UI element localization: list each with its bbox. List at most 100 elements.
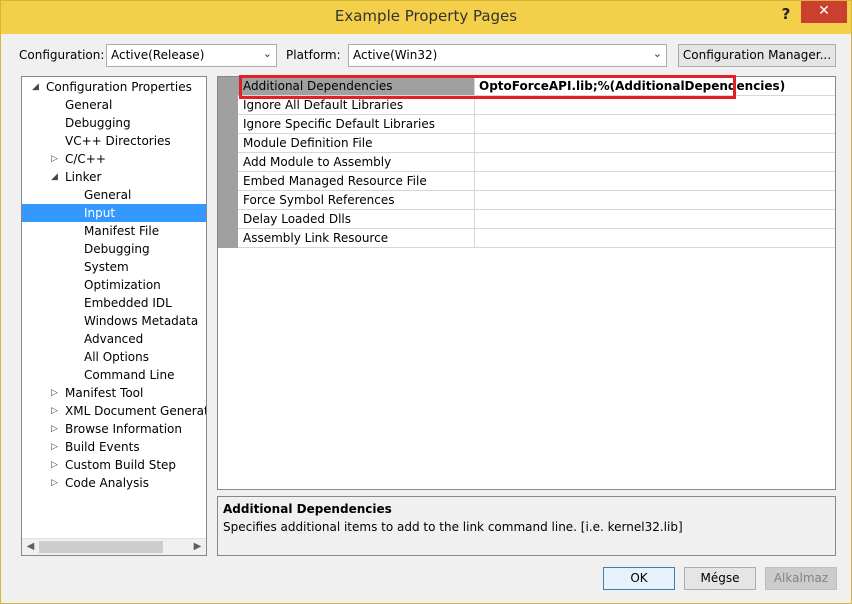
tree-item[interactable]: Advanced xyxy=(22,330,206,348)
property-pages-window: Example Property Pages ? ✕ Configuration… xyxy=(0,0,852,604)
property-row[interactable]: Assembly Link Resource xyxy=(238,229,835,248)
description-text: Specifies additional items to add to the… xyxy=(223,520,683,534)
ok-button[interactable]: OK xyxy=(603,567,675,590)
tree-item[interactable]: ▷ Custom Build Step xyxy=(22,456,206,474)
platform-value: Active(Win32) xyxy=(353,48,438,62)
tree-item-label: Input xyxy=(84,206,116,220)
property-value[interactable] xyxy=(475,115,835,133)
property-value[interactable] xyxy=(475,172,835,190)
property-row[interactable]: Embed Managed Resource File xyxy=(238,172,835,191)
window-title: Example Property Pages xyxy=(334,7,518,25)
property-row[interactable]: Force Symbol References xyxy=(238,191,835,210)
collapse-arrow-icon[interactable]: ◢ xyxy=(51,168,58,186)
tree-item[interactable]: ▷ Browse Information xyxy=(22,420,206,438)
tree-item-label: Custom Build Step xyxy=(65,458,177,472)
property-row[interactable]: Delay Loaded Dlls xyxy=(238,210,835,229)
tree-item-label: C/C++ xyxy=(65,152,106,166)
tree-item[interactable]: Debugging xyxy=(22,240,206,258)
tree-item-label: General xyxy=(84,188,132,202)
tree-item-label: Debugging xyxy=(65,116,131,130)
property-name: Delay Loaded Dlls xyxy=(238,210,475,228)
expand-arrow-icon[interactable]: ▷ xyxy=(51,474,58,492)
property-name: Assembly Link Resource xyxy=(238,229,475,247)
property-value[interactable] xyxy=(475,210,835,228)
expand-arrow-icon[interactable]: ▷ xyxy=(51,384,58,402)
scroll-left-icon[interactable]: ◀ xyxy=(22,539,39,555)
tree-item[interactable]: VC++ Directories xyxy=(22,132,206,150)
tree-item[interactable]: Windows Metadata xyxy=(22,312,206,330)
dialog-client: Configuration: Active(Release) ⌄ Platfor… xyxy=(8,34,844,598)
platform-dropdown[interactable]: Active(Win32) ⌄ xyxy=(348,44,667,67)
tree-item-label: VC++ Directories xyxy=(65,134,171,148)
tree-item-label: Code Analysis xyxy=(65,476,149,490)
tree-item-label: Linker xyxy=(65,170,102,184)
tree-item-label: Command Line xyxy=(84,368,175,382)
property-name: Ignore Specific Default Libraries xyxy=(238,115,475,133)
tree-item-label: Windows Metadata xyxy=(84,314,199,328)
cancel-button[interactable]: Mégse xyxy=(684,567,756,590)
property-value[interactable] xyxy=(475,191,835,209)
chevron-down-icon: ⌄ xyxy=(652,47,662,60)
tree-item[interactable]: Manifest File xyxy=(22,222,206,240)
platform-label: Platform: xyxy=(286,48,341,62)
tree-item-label: Browse Information xyxy=(65,422,182,436)
tree-item[interactable]: Embedded IDL xyxy=(22,294,206,312)
help-button[interactable]: ? xyxy=(775,3,797,25)
tree-item[interactable]: General xyxy=(22,186,206,204)
tree-item[interactable]: Optimization xyxy=(22,276,206,294)
expand-arrow-icon[interactable]: ▷ xyxy=(51,438,58,456)
tree-item[interactable]: ◢ Linker xyxy=(22,168,206,186)
close-button[interactable]: ✕ xyxy=(801,1,847,23)
property-value[interactable] xyxy=(475,134,835,152)
property-row[interactable]: Add Module to Assembly xyxy=(238,153,835,172)
scroll-right-icon[interactable]: ▶ xyxy=(189,539,206,555)
tree-item[interactable]: Debugging xyxy=(22,114,206,132)
tree-item[interactable]: Input xyxy=(22,204,206,222)
tree-item[interactable]: System xyxy=(22,258,206,276)
property-grid[interactable]: Additional Dependencies OptoForceAPI.lib;… xyxy=(217,76,836,490)
property-value[interactable] xyxy=(475,229,835,247)
tree-item-label: Manifest File xyxy=(84,224,160,238)
grid-gutter xyxy=(218,77,238,248)
tree-item[interactable]: ▷ C/C++ xyxy=(22,150,206,168)
title-bar[interactable]: Example Property Pages ? ✕ xyxy=(1,1,851,34)
tree-item-label: Debugging xyxy=(84,242,150,256)
scrollbar-thumb[interactable] xyxy=(39,541,163,553)
collapse-arrow-icon[interactable]: ◢ xyxy=(32,78,39,96)
configuration-manager-button[interactable]: Configuration Manager... xyxy=(678,44,836,67)
tree-item[interactable]: ▷ Manifest Tool xyxy=(22,384,206,402)
tree-item[interactable]: Command Line xyxy=(22,366,206,384)
chevron-down-icon: ⌄ xyxy=(262,47,272,60)
tree-item[interactable]: All Options xyxy=(22,348,206,366)
property-name: Module Definition File xyxy=(238,134,475,152)
tree-item[interactable]: ▷ XML Document Generator xyxy=(22,402,206,420)
description-panel: Additional Dependencies Specifies additi… xyxy=(217,496,836,556)
tree-item-label: Advanced xyxy=(84,332,144,346)
property-tree[interactable]: ▷ Code Analysis ▷ Custom Build Step ▷ Build E… xyxy=(21,76,207,556)
tree-item-label: Optimization xyxy=(84,278,161,292)
tree-item-label: All Options xyxy=(84,350,149,364)
tree-item-label: Build Events xyxy=(65,440,140,454)
tree-item-label: Configuration Properties xyxy=(46,80,192,94)
expand-arrow-icon[interactable]: ▷ xyxy=(51,150,58,168)
property-row[interactable]: Module Definition File xyxy=(238,134,835,153)
tree-item[interactable]: ▷ Code Analysis xyxy=(22,474,206,492)
property-name: Force Symbol References xyxy=(238,191,475,209)
expand-arrow-icon[interactable]: ▷ xyxy=(51,420,58,438)
highlight-annotation-box xyxy=(239,75,736,99)
property-row[interactable]: Ignore Specific Default Libraries xyxy=(238,115,835,134)
tree-item[interactable]: General xyxy=(22,96,206,114)
expand-arrow-icon[interactable]: ▷ xyxy=(51,456,58,474)
description-title: Additional Dependencies xyxy=(223,502,392,516)
tree-item[interactable]: ▷ Build Events xyxy=(22,438,206,456)
apply-button[interactable]: Alkalmaz xyxy=(765,567,837,590)
tree-item-label: Manifest Tool xyxy=(65,386,144,400)
property-value[interactable] xyxy=(475,153,835,171)
expand-arrow-icon[interactable]: ▷ xyxy=(51,402,58,420)
configuration-label: Configuration: xyxy=(19,48,105,62)
tree-item[interactable]: ◢ Configuration Properties xyxy=(22,78,206,96)
tree-item-label: General xyxy=(65,98,113,112)
horizontal-scrollbar[interactable]: ◀ ▶ xyxy=(22,538,206,555)
configuration-dropdown[interactable]: Active(Release) ⌄ xyxy=(106,44,277,67)
property-name: Embed Managed Resource File xyxy=(238,172,475,190)
